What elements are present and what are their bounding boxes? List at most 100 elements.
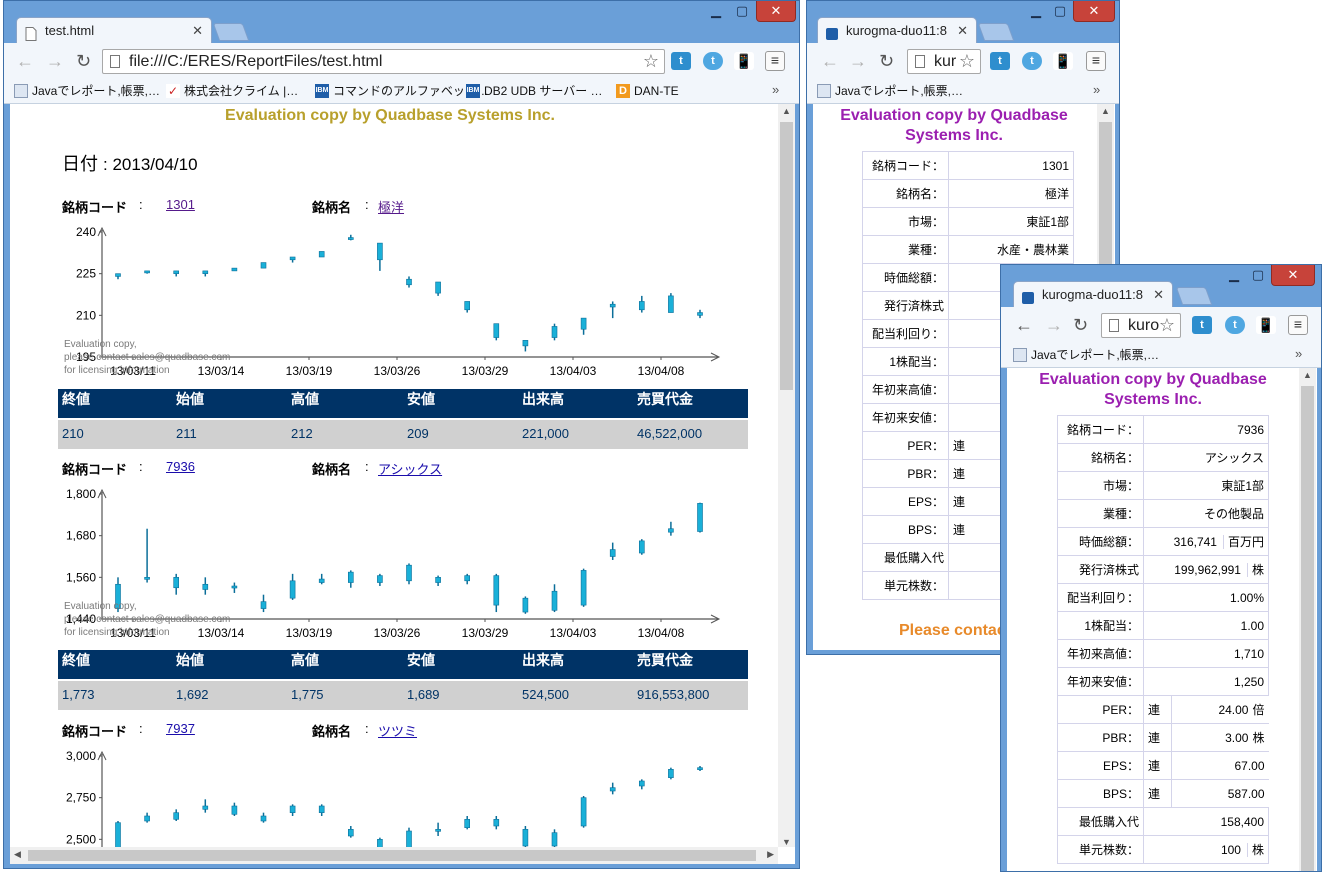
- candle: [522, 826, 529, 850]
- menu-icon[interactable]: ≡: [1086, 51, 1106, 71]
- twitter-notify-icon[interactable]: t: [1225, 316, 1245, 334]
- minimize-icon[interactable]: ▁: [1223, 265, 1245, 286]
- tab-kurogma[interactable]: kurogma-duo11:8 ✕: [817, 17, 977, 44]
- maximize-icon[interactable]: ▢: [730, 1, 754, 22]
- scroll-up-arrow[interactable]: ▲: [778, 106, 795, 116]
- date-label: 日付 : 2013/04/10: [62, 154, 198, 174]
- menu-icon[interactable]: ≡: [765, 51, 785, 71]
- scroll-left-arrow[interactable]: ◀: [14, 849, 21, 860]
- vertical-scrollbar[interactable]: ▲: [1299, 368, 1316, 871]
- scrollbar-thumb[interactable]: [1301, 386, 1314, 871]
- colon: :: [139, 721, 143, 736]
- close-icon[interactable]: ✕: [957, 18, 968, 44]
- close-window-button[interactable]: ✕: [1073, 1, 1115, 22]
- address-bar[interactable]: kuro ☆: [1101, 313, 1181, 338]
- forward-arrow-icon[interactable]: →: [1045, 315, 1063, 335]
- scrollbar-thumb[interactable]: [780, 122, 793, 390]
- new-tab-button[interactable]: [977, 23, 1015, 41]
- star-icon[interactable]: ☆: [1159, 314, 1175, 337]
- bookmarks-more[interactable]: »: [1295, 346, 1302, 361]
- info-label: 発行済株式: [862, 291, 949, 320]
- bookmark-item[interactable]: Javaでレポート,帳票,…: [1013, 347, 1159, 363]
- forward-arrow-icon[interactable]: →: [849, 51, 867, 71]
- close-icon[interactable]: ✕: [1153, 282, 1164, 308]
- stock-name-link[interactable]: 極洋: [378, 197, 404, 216]
- star-icon[interactable]: ☆: [959, 50, 975, 73]
- tab-kurogma[interactable]: kurogma-duo11:8 ✕: [1013, 281, 1173, 308]
- twitter-icon[interactable]: t: [990, 52, 1010, 70]
- reload-icon[interactable]: ↻: [76, 51, 91, 71]
- scroll-up-arrow[interactable]: ▲: [1299, 370, 1316, 380]
- bookmark-item[interactable]: IBM DB2 UDB サーバー …: [466, 83, 603, 99]
- maximize-icon[interactable]: ▢: [1247, 265, 1269, 286]
- close-window-button[interactable]: ✕: [1271, 265, 1315, 286]
- close-window-button[interactable]: ✕: [756, 1, 796, 22]
- stock-name-link[interactable]: アシックス: [378, 459, 442, 478]
- candle-body: [173, 270, 179, 274]
- price-table-2: 終値 始値 高値 安値 出来高 売買代金 1,773 1,692 1,775 1…: [58, 650, 748, 710]
- menu-icon[interactable]: ≡: [1288, 315, 1308, 335]
- star-icon[interactable]: ☆: [643, 50, 659, 73]
- phone-send-icon[interactable]: 📱: [734, 52, 754, 70]
- info-row: 銘柄名： アシックス: [1057, 443, 1269, 472]
- name-label: 銘柄名: [312, 724, 352, 739]
- phone-send-icon[interactable]: 📱: [1053, 52, 1073, 70]
- new-tab-button[interactable]: [1175, 287, 1213, 305]
- evaluation-watermark: for licensing information: [64, 627, 170, 638]
- address-bar[interactable]: file:///C:/ERES/ReportFiles/test.html ☆: [102, 49, 665, 74]
- candle-body: [260, 815, 267, 822]
- minimize-icon[interactable]: ▁: [1025, 1, 1047, 22]
- info-label: 最低購入代: [1057, 807, 1144, 836]
- forward-arrow-icon[interactable]: →: [46, 51, 64, 71]
- page-icon: [110, 55, 120, 68]
- stock-code-link[interactable]: 7936: [166, 459, 195, 474]
- scrollbar-thumb[interactable]: [28, 850, 756, 861]
- bookmarks-more[interactable]: »: [772, 82, 779, 97]
- table-cell: 210: [62, 426, 84, 441]
- bookmark-item[interactable]: IBM コマンドのアルファベット…: [315, 83, 489, 99]
- tab-title: test.html: [45, 23, 95, 38]
- site-icon: [826, 24, 838, 40]
- maximize-icon[interactable]: ▢: [1049, 1, 1071, 22]
- back-arrow-icon[interactable]: ←: [16, 51, 34, 71]
- reload-icon[interactable]: ↻: [1073, 315, 1088, 335]
- back-arrow-icon[interactable]: ←: [1015, 315, 1033, 335]
- address-bar[interactable]: kur ☆: [907, 49, 981, 74]
- scroll-up-arrow[interactable]: ▲: [1097, 106, 1114, 116]
- twitter-icon[interactable]: t: [671, 52, 691, 70]
- scroll-right-arrow[interactable]: ▶: [767, 849, 774, 860]
- table-cell: 1,775: [291, 687, 324, 702]
- candlestick-chart-1: 24022521019513/03/11 13/03/14 13/03/19 13/0…: [64, 225, 721, 378]
- horizontal-scrollbar[interactable]: ◀ ▶: [10, 847, 778, 864]
- stock-code-link[interactable]: 1301: [166, 197, 195, 212]
- minimize-icon[interactable]: ▁: [704, 1, 728, 22]
- y-tick-label: 3,000: [66, 749, 96, 763]
- reload-icon[interactable]: ↻: [879, 51, 894, 71]
- bookmark-item[interactable]: Javaでレポート,帳票,…: [817, 83, 963, 99]
- twitter-notify-icon[interactable]: t: [1022, 52, 1042, 70]
- bookmark-item[interactable]: Javaでレポート,帳票,…: [14, 83, 160, 99]
- table-cell: 211: [176, 426, 197, 441]
- vertical-scrollbar[interactable]: ▲ ▼: [778, 104, 795, 847]
- candle-body: [668, 769, 674, 778]
- twitter-notify-icon[interactable]: t: [703, 52, 723, 70]
- info-label: 単元株数：: [862, 571, 949, 600]
- name-label: 銘柄名: [312, 462, 352, 477]
- scroll-down-arrow[interactable]: ▼: [778, 837, 795, 847]
- bookmark-item[interactable]: D DAN-TE: [616, 83, 679, 99]
- info-value: アシックス: [1143, 443, 1269, 472]
- bookmark-item[interactable]: ✓ 株式会社クライム |…: [166, 83, 298, 99]
- candle: [231, 267, 238, 272]
- close-icon[interactable]: ✕: [192, 18, 203, 44]
- new-tab-button[interactable]: [212, 23, 250, 41]
- info-row: 時価総額： 316,741 百万円: [1057, 527, 1269, 556]
- stock-code-link[interactable]: 7937: [166, 721, 195, 736]
- back-arrow-icon[interactable]: ←: [821, 51, 839, 71]
- stock-name-link[interactable]: ツツミ: [378, 721, 417, 740]
- phone-send-icon[interactable]: 📱: [1256, 316, 1276, 334]
- bookmarks-more[interactable]: »: [1093, 82, 1100, 97]
- tab-test-html[interactable]: test.html ✕: [16, 17, 212, 44]
- candle: [289, 256, 296, 263]
- twitter-icon[interactable]: t: [1192, 316, 1212, 334]
- evaluation-watermark: please contact sales@quadbase.com: [64, 614, 230, 625]
